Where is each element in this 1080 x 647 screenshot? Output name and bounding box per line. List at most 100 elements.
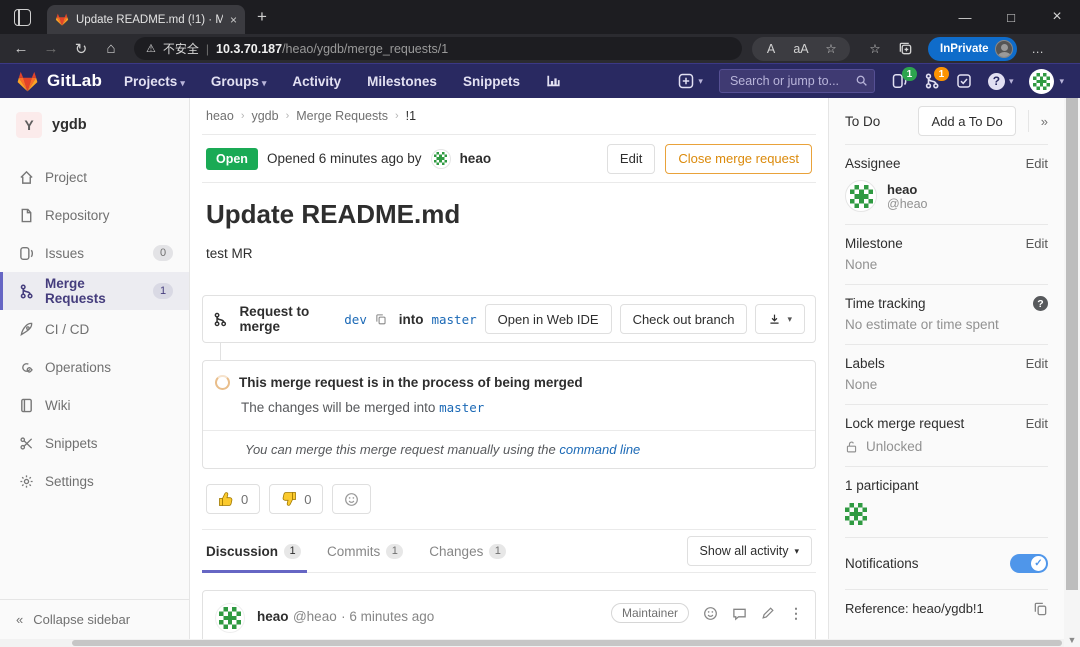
commenter-avatar xyxy=(215,603,245,633)
sidebar-item-merge-requests[interactable]: Merge Requests 1 xyxy=(0,272,189,310)
nav-milestones[interactable]: Milestones xyxy=(367,74,437,89)
sidebar-item-wiki[interactable]: Wiki xyxy=(0,386,189,424)
tab-changes[interactable]: Changes 1 xyxy=(429,530,506,572)
sidebar-item-repository[interactable]: Repository xyxy=(0,196,189,234)
thumbs-up-button[interactable]: 0 xyxy=(206,484,260,514)
inprivate-badge[interactable]: InPrivate xyxy=(928,37,1017,61)
chart-icon[interactable] xyxy=(546,74,561,88)
kebab-menu-icon[interactable]: ⋮ xyxy=(789,605,803,622)
add-emoji-button[interactable] xyxy=(332,484,371,514)
command-line-link[interactable]: command line xyxy=(559,442,640,457)
nav-projects[interactable]: Projects▾ xyxy=(124,74,185,89)
read-aloud-icon[interactable]: A xyxy=(756,42,786,56)
copy-branch-icon[interactable] xyxy=(375,312,387,326)
nav-groups[interactable]: Groups▾ xyxy=(211,74,267,89)
forward-icon[interactable]: → xyxy=(36,40,66,57)
breadcrumb-group[interactable]: heao xyxy=(206,109,234,123)
show-all-activity-button[interactable]: Show all activity ▾ xyxy=(687,536,812,566)
help-menu-button[interactable]: ? ▾ xyxy=(988,73,1014,90)
thumbs-down-button[interactable]: 0 xyxy=(269,484,323,514)
chevron-down-icon: ▾ xyxy=(1059,76,1064,87)
edit-button[interactable]: Edit xyxy=(607,144,655,174)
issues-dashboard-button[interactable]: 1 xyxy=(891,73,908,89)
open-in-web-ide-button[interactable]: Open in Web IDE xyxy=(485,304,612,334)
check-out-branch-button[interactable]: Check out branch xyxy=(620,304,748,334)
merge-requests-dashboard-button[interactable]: 1 xyxy=(924,73,940,89)
time-tracking-help-icon[interactable]: ? xyxy=(1033,296,1048,311)
chevron-down-icon: ▾ xyxy=(180,78,185,88)
browser-toolbar: ← → ↻ ⌂ ⚠ 不安全 | 10.3.70.187/heao/ygdb/me… xyxy=(0,34,1080,64)
vertical-scrollbar[interactable]: ▼ xyxy=(1064,98,1080,647)
tab-actions-menu-icon[interactable] xyxy=(14,9,31,26)
tab-discussion[interactable]: Discussion 1 xyxy=(206,530,301,572)
issues-icon xyxy=(19,246,34,261)
horizontal-scrollbar-thumb[interactable] xyxy=(72,640,1062,646)
nav-snippets[interactable]: Snippets xyxy=(463,74,520,89)
edit-labels-button[interactable]: Edit xyxy=(1026,356,1048,371)
new-tab-button[interactable]: + xyxy=(257,7,267,27)
source-branch[interactable]: dev xyxy=(344,312,367,327)
translate-icon[interactable]: aA xyxy=(786,42,816,56)
breadcrumb-merge-requests[interactable]: Merge Requests xyxy=(296,109,388,123)
add-todo-button[interactable]: Add a To Do xyxy=(918,106,1015,136)
breadcrumb-mr-id[interactable]: !1 xyxy=(406,109,416,123)
back-icon[interactable]: ← xyxy=(6,40,36,57)
sidebar-item-operations[interactable]: Operations xyxy=(0,348,189,386)
collections-icon[interactable] xyxy=(890,41,920,56)
close-window-button[interactable]: × xyxy=(1034,0,1080,34)
maximize-button[interactable]: □ xyxy=(988,0,1034,34)
notifications-toggle[interactable]: ✓ xyxy=(1010,554,1048,573)
tab-close-icon[interactable]: × xyxy=(230,13,237,27)
collapse-right-sidebar-button[interactable]: » xyxy=(1028,110,1048,132)
address-bar[interactable]: ⚠ 不安全 | 10.3.70.187/heao/ygdb/merge_requ… xyxy=(134,37,742,60)
browser-tab[interactable]: Update README.md (!1) · Merge × xyxy=(47,5,245,34)
chevron-down-icon: ▾ xyxy=(1009,76,1014,87)
search-icon xyxy=(855,74,868,87)
assignee-handle: @heao xyxy=(887,197,928,211)
participant-avatar[interactable] xyxy=(845,503,867,525)
nav-activity[interactable]: Activity xyxy=(292,74,341,89)
reply-comment-icon[interactable] xyxy=(732,606,747,621)
sidebar-item-issues[interactable]: Issues 0 xyxy=(0,234,189,272)
merge-request-page: heao › ygdb › Merge Requests › !1 Open O… xyxy=(190,98,828,647)
home-icon[interactable]: ⌂ xyxy=(96,40,126,57)
sidebar-item-project[interactable]: Project xyxy=(0,158,189,196)
new-menu-button[interactable]: ▾ xyxy=(678,73,703,89)
browser-menu-icon[interactable]: … xyxy=(1023,42,1053,56)
edit-assignee-button[interactable]: Edit xyxy=(1026,156,1048,171)
status-badge: Open xyxy=(206,148,258,170)
commenter-name[interactable]: heao xyxy=(257,609,289,624)
user-menu-button[interactable]: ▾ xyxy=(1029,69,1064,94)
download-dropdown-button[interactable]: ▾ xyxy=(755,304,805,334)
sidebar-item-snippets[interactable]: Snippets xyxy=(0,424,189,462)
project-header[interactable]: Y ygdb xyxy=(0,98,189,158)
horizontal-scrollbar[interactable] xyxy=(0,639,1064,647)
edit-milestone-button[interactable]: Edit xyxy=(1026,236,1048,251)
sidebar-item-cicd[interactable]: CI / CD xyxy=(0,310,189,348)
favorites-bar-icon[interactable]: ☆ xyxy=(860,41,890,56)
vertical-scrollbar-thumb[interactable] xyxy=(1066,98,1078,590)
minimize-button[interactable]: — xyxy=(942,0,988,34)
target-branch[interactable]: master xyxy=(439,400,484,415)
refresh-icon[interactable]: ↻ xyxy=(66,40,96,58)
copy-reference-icon[interactable] xyxy=(1033,601,1048,616)
book-icon xyxy=(19,398,34,413)
add-favorite-icon[interactable]: ☆ xyxy=(816,41,846,56)
edit-lock-button[interactable]: Edit xyxy=(1026,416,1048,431)
gitlab-home-link[interactable]: GitLab xyxy=(16,71,102,92)
sidebar-item-settings[interactable]: Settings xyxy=(0,462,189,500)
breadcrumb-project[interactable]: ygdb xyxy=(251,109,278,123)
add-reaction-icon[interactable] xyxy=(703,606,718,621)
edit-comment-icon[interactable] xyxy=(761,606,775,620)
tab-commits[interactable]: Commits 1 xyxy=(327,530,403,572)
scroll-down-arrow-icon[interactable]: ▼ xyxy=(1064,635,1080,645)
comment-time[interactable]: · 6 minutes ago xyxy=(341,609,434,624)
scissors-icon xyxy=(19,436,34,451)
author-name[interactable]: heao xyxy=(460,151,492,166)
close-merge-request-button[interactable]: Close merge request xyxy=(665,144,812,174)
search-input[interactable] xyxy=(719,69,875,93)
todos-button[interactable] xyxy=(956,73,972,89)
target-branch[interactable]: master xyxy=(431,312,476,327)
assignee-name[interactable]: heao xyxy=(887,182,928,197)
collapse-sidebar-button[interactable]: « Collapse sidebar xyxy=(0,599,189,639)
